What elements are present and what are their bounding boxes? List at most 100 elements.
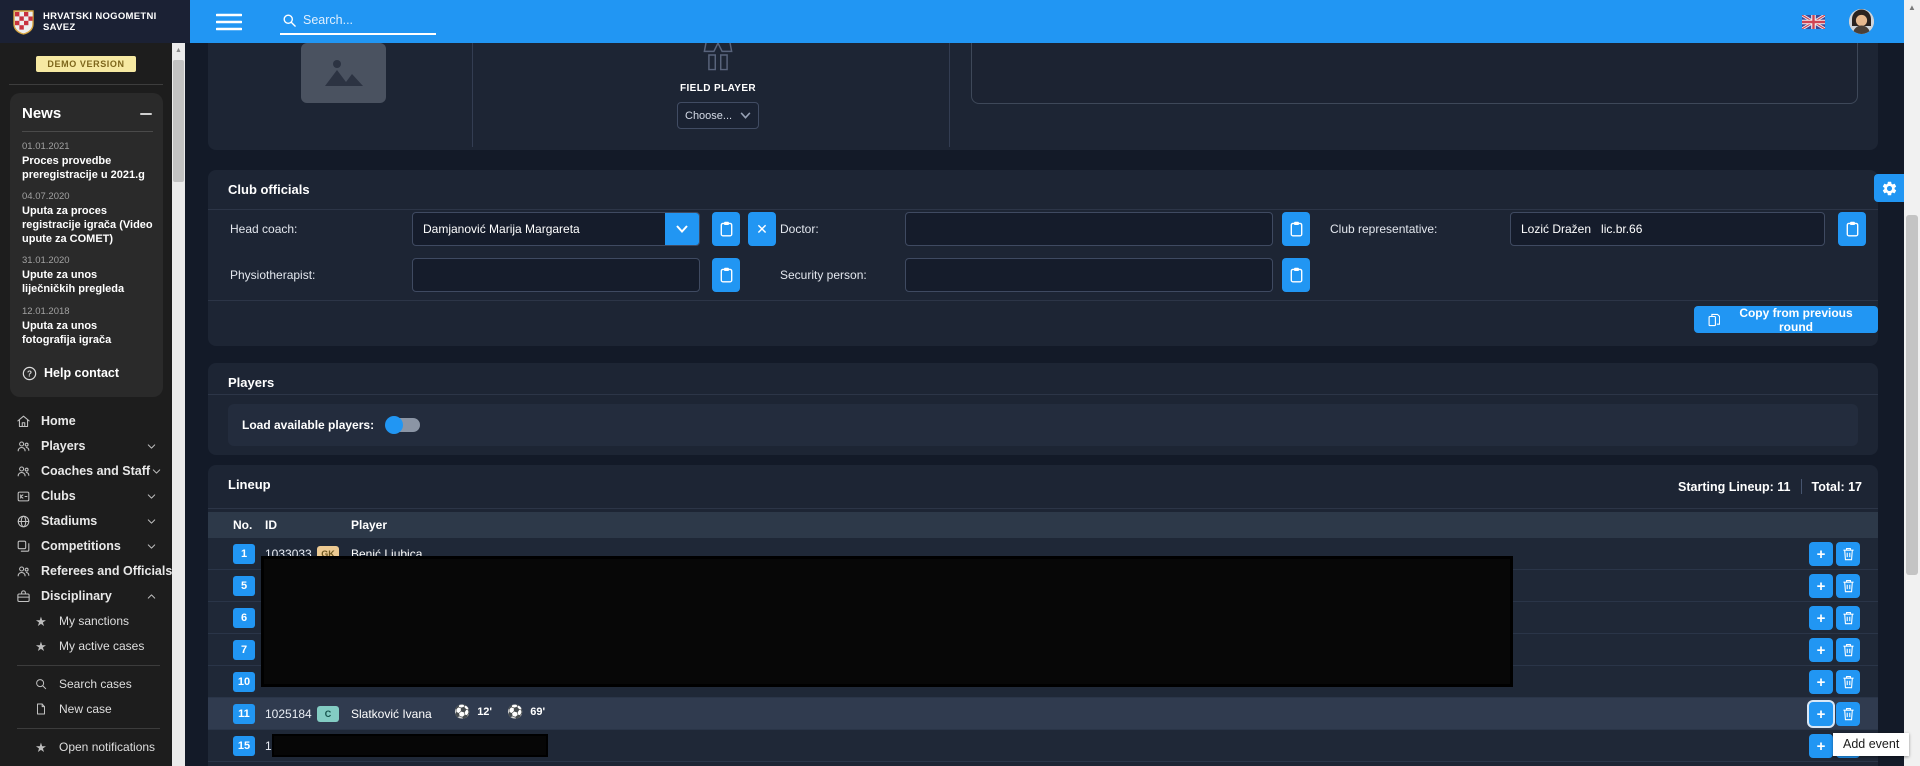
demo-version-badge: DEMO VERSION [36,56,135,72]
delete-row-button[interactable] [1836,606,1860,630]
gear-icon [1881,180,1898,197]
news-item-title[interactable]: Proces provedbe preregistracije u 2021.g [22,154,153,182]
add-event-button[interactable]: + [1809,542,1833,566]
delete-row-button[interactable] [1836,638,1860,662]
security-person-clipboard-button[interactable] [1282,258,1310,292]
sidebar-item-referees-and-officials[interactable]: Referees and Officials [0,559,172,584]
load-players-toggle[interactable] [386,418,420,432]
sidebar-item-coaches-and-staff[interactable]: Coaches and Staff [0,459,172,484]
language-flag-icon[interactable] [1802,15,1825,29]
chevron-down-icon [145,490,158,503]
sidebar-item-open-notifications[interactable]: ★Open notifications [0,735,172,760]
club-representative-input[interactable] [1510,212,1825,246]
doctor-label: Doctor: [780,222,819,236]
federation-crest-logo [12,8,35,35]
player-name[interactable]: Slatković Ivana [351,707,432,721]
head-coach-clipboard-button[interactable] [712,212,740,246]
chevron-down-icon[interactable] [665,213,699,245]
search-field[interactable] [280,9,436,35]
sidebar-item-label: Clubs [41,489,145,503]
add-event-button[interactable]: + [1809,638,1833,662]
lineup-table-header: No. ID Player [208,512,1878,538]
settings-gear-button[interactable] [1874,174,1904,202]
delete-row-button[interactable] [1836,574,1860,598]
sidebar-nav: Home PlayersCoaches and Staff Clubs Stadium… [0,409,172,766]
scroll-up-icon[interactable]: ▲ [1904,0,1920,12]
security-person-input[interactable] [905,258,1273,292]
physiotherapist-input[interactable] [412,258,700,292]
head-coach-value: Damjanović Marija Margareta [413,213,665,245]
scroll-up-icon[interactable]: ▲ [172,43,185,54]
load-players-label: Load available players: [242,418,374,432]
nav-divider [17,665,160,666]
sidebar-item-new-case[interactable]: New case [0,697,172,722]
sidebar-item-label: Referees and Officials [41,564,172,578]
add-event-button[interactable]: + [1809,574,1833,598]
head-coach-select[interactable]: Damjanović Marija Margareta [412,212,700,246]
news-item-title[interactable]: Uputa za unos fotografija igrača [22,319,153,347]
sidebar-item-label: Competitions [41,539,145,553]
event-minute: 12' [477,706,492,718]
help-contact-label: Help contact [44,366,119,380]
collapse-minus-icon[interactable] [139,107,153,121]
jersey-number-badge: 7 [233,640,255,660]
field-player-select[interactable]: Choose... [677,102,759,129]
chevron-down-icon [740,112,751,119]
sidebar-item-my-sanctions[interactable]: ★My sanctions [0,609,172,634]
hamburger-menu-icon[interactable] [216,12,242,32]
svg-text:?: ? [27,369,32,378]
news-item-date: 01.01.2021 [22,141,153,152]
column-id: ID [265,518,277,532]
doctor-clipboard-button[interactable] [1282,212,1310,246]
sidebar-item-label: Disciplinary [41,589,145,603]
news-item-date: 04.07.2020 [22,191,153,202]
help-contact-link[interactable]: ? Help contact [22,366,153,381]
sidebar-item-my-active-cases[interactable]: ★My active cases [0,634,172,659]
copy-button-label: Copy from previous round [1728,306,1864,334]
chevron-up-icon [145,590,158,603]
sidebar-item-stadiums[interactable]: Stadiums [0,509,172,534]
copy-from-previous-round-button[interactable]: Copy from previous round [1694,306,1878,333]
sidebar-divider [9,84,163,85]
search-input[interactable] [303,13,423,27]
sidebar-item-label: New case [59,702,160,716]
physiotherapist-clipboard-button[interactable] [712,258,740,292]
column-no: No. [233,518,252,532]
doctor-input[interactable] [905,212,1273,246]
sidebar-item-competitions[interactable]: Competitions [0,534,172,559]
head-coach-clear-button[interactable]: ✕ [748,212,776,246]
page-scrollbar[interactable]: ▲ [1904,0,1920,766]
add-event-button[interactable]: + [1809,606,1833,630]
sidebar-item-search-notifications[interactable]: Search notifications [0,760,172,766]
sidebar-scrollbar[interactable]: ▲ [172,43,185,766]
people-icon [15,439,31,454]
add-event-button[interactable]: + [1809,734,1833,758]
delete-row-button[interactable] [1836,542,1860,566]
home-icon [15,414,31,429]
add-event-tooltip: Add event [1833,733,1909,756]
add-event-button[interactable]: + [1809,702,1833,726]
delete-row-button[interactable] [1836,670,1860,694]
sidebar-item-disciplinary[interactable]: Disciplinary [0,584,172,609]
field-player-label: FIELD PLAYER [638,83,798,94]
lineup-title: Lineup [228,477,271,492]
add-event-button[interactable]: + [1809,670,1833,694]
club-representative-clipboard-button[interactable] [1838,212,1866,246]
news-item-title[interactable]: Uputa za proces registracije igrača (Vid… [22,204,153,246]
delete-row-button[interactable] [1836,702,1860,726]
scrollbar-thumb[interactable] [173,60,184,182]
sidebar-item-label: Stadiums [41,514,145,528]
sidebar-item-search-cases[interactable]: Search cases [0,672,172,697]
sidebar-item-players[interactable]: Players [0,434,172,459]
sidebar-item-clubs[interactable]: Clubs [0,484,172,509]
sidebar-item-label: Home [41,414,160,428]
table-row: 111025184CSlatković Ivana⚽12'⚽69'+ [208,698,1878,730]
people-icon [15,564,31,579]
chevron-down-icon [145,540,158,553]
user-avatar[interactable] [1849,9,1874,34]
sidebar-item-label: My active cases [59,639,160,653]
news-item-title[interactable]: Upute za unos liječničkih pregleda [22,268,153,296]
star-icon: ★ [33,741,49,754]
scrollbar-thumb[interactable] [1906,215,1918,575]
sidebar-item-home[interactable]: Home [0,409,172,434]
